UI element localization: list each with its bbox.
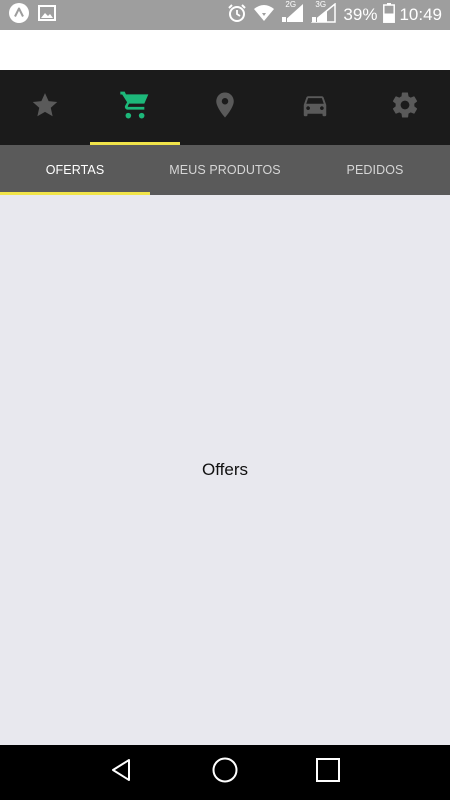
app-logo-icon (9, 2, 29, 28)
content-area: Offers (0, 195, 450, 745)
recents-icon (315, 757, 341, 788)
tab-favorites[interactable] (0, 70, 90, 145)
alarm-icon (227, 3, 247, 28)
tab-ofertas[interactable]: OFERTAS (0, 145, 150, 195)
car-icon (300, 90, 330, 125)
tab-pedidos[interactable]: PEDIDOS (300, 145, 450, 195)
clock: 10:49 (399, 5, 442, 24)
app-header-spacer (0, 30, 450, 70)
sim2-label: 3G (315, 0, 327, 9)
back-button[interactable] (102, 753, 142, 793)
battery-percent: 39% (343, 5, 378, 24)
back-icon (109, 757, 135, 788)
home-button[interactable] (205, 753, 245, 793)
signal-sim1-icon: 2G (281, 0, 305, 28)
tab-cart[interactable] (90, 70, 180, 145)
recents-button[interactable] (308, 753, 348, 793)
tab-vehicle[interactable] (270, 70, 360, 145)
tab-meus-produtos[interactable]: MEUS PRODUTOS (150, 145, 300, 195)
status-bar-left (9, 2, 65, 28)
system-nav-bar (0, 745, 450, 800)
image-notification-icon (38, 4, 56, 26)
content-text: Offers (202, 459, 248, 479)
sim1-label: 2G (285, 0, 297, 9)
signal-sim2-icon: 3G (311, 0, 337, 28)
location-pin-icon (210, 89, 240, 126)
home-icon (211, 756, 239, 789)
wifi-icon (253, 4, 275, 27)
status-bar-right: 2G 3G 39% 10:49 (221, 0, 442, 28)
tab-location[interactable] (180, 70, 270, 145)
text-tab-bar: OFERTAS MEUS PRODUTOS PEDIDOS (0, 145, 450, 195)
tab-settings[interactable] (360, 70, 450, 145)
status-bar: 2G 3G 39% 10:49 (0, 0, 450, 30)
icon-tab-bar (0, 70, 450, 145)
star-icon (30, 90, 60, 125)
cart-icon (119, 89, 151, 126)
battery-icon (383, 2, 396, 28)
gear-icon (390, 90, 420, 125)
